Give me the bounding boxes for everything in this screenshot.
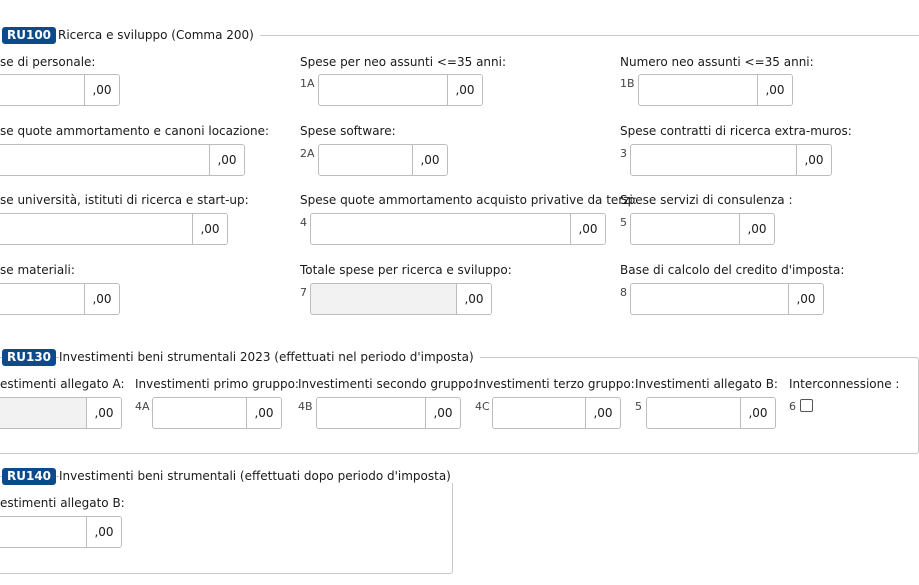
field-servizi-consulenza[interactable]: ,00 — [630, 213, 775, 245]
field-secondo-gruppo[interactable]: ,00 — [316, 397, 461, 429]
field-spese-software[interactable]: ,00 — [318, 144, 448, 176]
code-4c: 4C — [475, 400, 490, 413]
code-4a: 4A — [135, 400, 150, 413]
field-spese-materiali[interactable]: ,00 — [0, 283, 120, 315]
label-neo-assunti-spese: Spese per neo assunti <=35 anni: — [300, 55, 507, 69]
code-7: 7 — [300, 286, 307, 299]
ru140-title: Investimenti beni strumentali (effettuat… — [59, 469, 457, 483]
label-spese-materiali: se materiali: — [0, 263, 75, 277]
label-contratti-extra-muros: Spese contratti di ricerca extra-muros: — [620, 124, 852, 138]
field-neo-assunti-spese[interactable]: ,00 — [318, 74, 483, 106]
code-6: 6 — [789, 400, 796, 413]
label-interconnessione: Interconnessione : — [789, 377, 900, 391]
label-spese-software: Spese software: — [300, 124, 396, 138]
field-privative-terzi[interactable]: ,00 — [310, 213, 606, 245]
field-allegato-b[interactable]: ,00 — [646, 397, 776, 429]
ru100-divider — [240, 35, 919, 36]
label-ammortamento-locazione: se quote ammortamento e canoni locazione… — [0, 124, 270, 138]
label-spese-personale: se di personale: — [0, 55, 96, 69]
field-contratti-extra-muros[interactable]: ,00 — [630, 144, 832, 176]
label-universita-start-up: se università, istituti di ricerca e sta… — [0, 193, 249, 207]
label-totale-spese: Totale spese per ricerca e sviluppo: — [300, 263, 512, 277]
field-allegato-a: ,00 — [0, 397, 122, 429]
field-ru140-allegato-b[interactable]: ,00 — [0, 516, 122, 548]
field-spese-personale[interactable]: ,00 — [0, 74, 120, 106]
field-ammortamento-locazione[interactable]: ,00 — [0, 144, 245, 176]
interconnessione-checkbox[interactable] — [800, 399, 813, 412]
field-terzo-gruppo[interactable]: ,00 — [492, 397, 621, 429]
label-privative-terzi: Spese quote ammortamento acquisto privat… — [300, 193, 637, 207]
label-terzo-gruppo: Investimenti terzo gruppo: — [475, 377, 635, 391]
code-4b: 4B — [298, 400, 313, 413]
code-5-ru130: 5 — [635, 400, 642, 413]
code-8: 8 — [620, 286, 627, 299]
label-secondo-gruppo: Investimenti secondo gruppo: — [298, 377, 478, 391]
label-allegato-a: estimenti allegato A: — [0, 377, 125, 391]
code-2a: 2A — [300, 147, 315, 160]
ru100-badge: RU100 — [2, 27, 57, 44]
field-universita-start-up[interactable]: ,00 — [0, 213, 228, 245]
label-allegato-b: Investimenti allegato B: — [635, 377, 778, 391]
code-1a: 1A — [300, 77, 315, 90]
label-servizi-consulenza: Spese servizi di consulenza : — [620, 193, 793, 207]
field-base-calcolo-credito[interactable]: ,00 — [630, 283, 824, 315]
ru140-badge: RU140 — [2, 468, 57, 485]
label-base-calcolo-credito: Base di calcolo del credito d'imposta: — [620, 263, 845, 277]
label-primo-gruppo: Investimenti primo gruppo: — [135, 377, 299, 391]
label-ru140-allegato-b: estimenti allegato B: — [0, 496, 125, 510]
code-1b: 1B — [620, 77, 635, 90]
label-numero-neo-assunti: Numero neo assunti <=35 anni: — [620, 55, 814, 69]
code-3: 3 — [620, 147, 627, 160]
field-numero-neo-assunti[interactable]: ,00 — [638, 74, 793, 106]
field-primo-gruppo[interactable]: ,00 — [152, 397, 282, 429]
ru130-badge: RU130 — [2, 349, 57, 366]
code-5: 5 — [620, 216, 627, 229]
ru130-title: Investimenti beni strumentali 2023 (effe… — [59, 350, 480, 364]
code-4: 4 — [300, 216, 307, 229]
field-totale-spese: ,00 — [310, 283, 492, 315]
ru100-title: Ricerca e sviluppo (Comma 200) — [58, 28, 260, 42]
